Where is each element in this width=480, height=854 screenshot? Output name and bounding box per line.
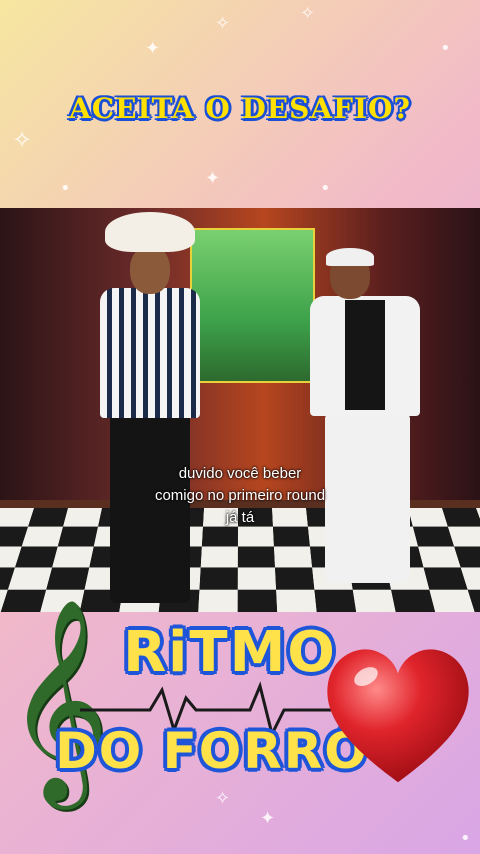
sparkle-decoration: • <box>440 40 451 58</box>
event-banner <box>190 228 315 383</box>
subtitle-line: já tá <box>120 507 360 529</box>
sparkle-decoration: ✧ <box>215 790 230 808</box>
sparkle-decoration: ✦ <box>145 40 160 58</box>
video-subtitle: duvido você beber comigo no primeiro rou… <box>120 463 360 529</box>
sparkle-decoration: ✧ <box>215 15 230 33</box>
sparkle-decoration: ✧ <box>300 5 315 23</box>
sparkle-decoration: • <box>320 180 331 198</box>
header-title: ACEITA O DESAFIO? <box>0 92 480 125</box>
heart-icon <box>318 630 478 800</box>
video-player[interactable]: duvido você beber comigo no primeiro rou… <box>0 208 480 612</box>
sparkle-decoration: ✦ <box>260 810 275 828</box>
sparkle-decoration: • <box>460 830 471 848</box>
subtitle-line: comigo no primeiro round <box>120 485 360 507</box>
sparkle-decoration: ✦ <box>205 170 220 188</box>
subtitle-line: duvido você beber <box>120 463 360 485</box>
sparkle-decoration: ✧ <box>12 128 32 152</box>
sparkle-decoration: • <box>60 180 71 198</box>
